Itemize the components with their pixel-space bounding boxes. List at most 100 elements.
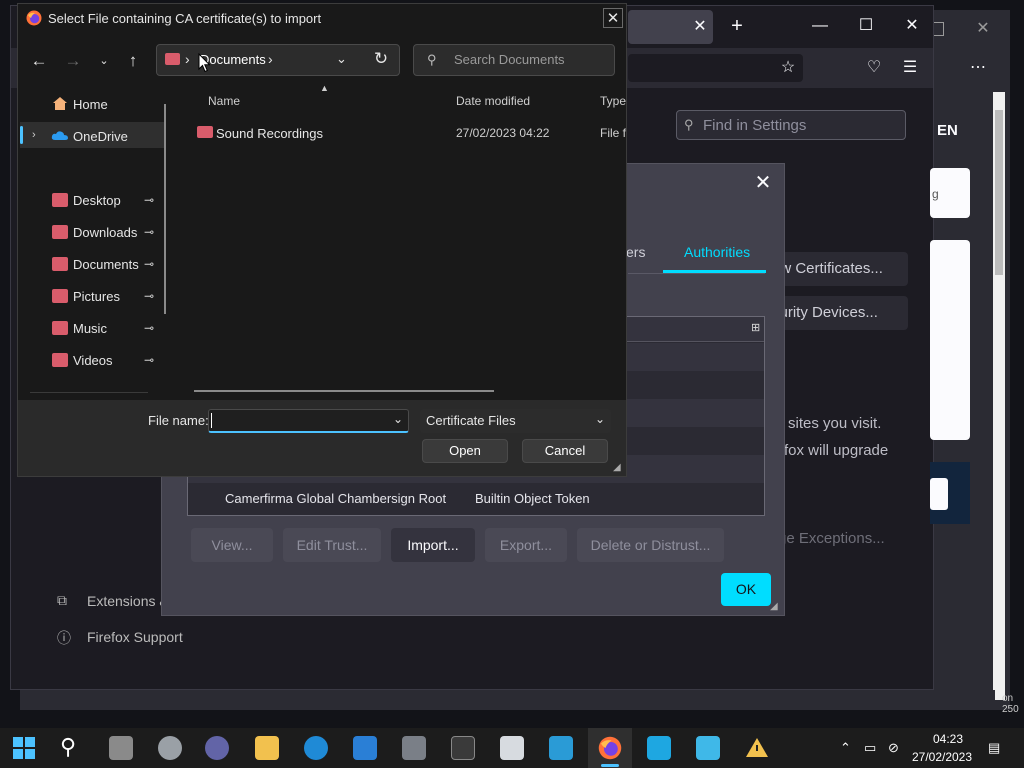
app-icon[interactable]	[647, 736, 671, 760]
file-name-input[interactable]	[208, 409, 409, 433]
close-icon[interactable]: ✕	[752, 172, 774, 194]
expand-chevron-icon[interactable]: ›	[32, 129, 36, 141]
warning-app-icon[interactable]	[745, 736, 769, 760]
windows-start-icon[interactable]	[13, 737, 35, 759]
file-explorer-icon[interactable]	[255, 736, 279, 760]
language-label: EN	[937, 122, 958, 139]
network-icon[interactable]: ▭	[864, 740, 876, 756]
maximize-icon[interactable]: ☐	[852, 14, 880, 38]
pin-icon[interactable]: ⊸	[144, 257, 154, 271]
sidebar-scrollbar[interactable]	[164, 104, 166, 314]
pin-icon[interactable]: ⊸	[144, 353, 154, 367]
store-icon[interactable]	[353, 736, 377, 760]
text-caret	[211, 413, 212, 428]
tab-close-icon[interactable]: ✕	[690, 17, 710, 37]
address-bar[interactable]	[156, 44, 400, 76]
bookmark-star-icon[interactable]: ☆	[776, 57, 800, 79]
videos-folder-icon	[52, 353, 68, 367]
column-header-date-modified[interactable]: Date modified	[456, 94, 530, 108]
refresh-icon[interactable]: ↻	[370, 49, 392, 69]
background-window-scroll-thumb[interactable]	[995, 110, 1003, 275]
edit-trust-button[interactable]: Edit Trust...	[283, 528, 381, 562]
task-view-icon[interactable]	[109, 736, 133, 760]
manage-exceptions-button[interactable]: ge Exceptions...	[778, 530, 885, 547]
chevron-down-icon[interactable]: ⌄	[595, 412, 605, 426]
notifications-icon[interactable]: ▤	[988, 740, 1000, 756]
chevron-down-icon[interactable]: ⌄	[393, 412, 403, 426]
app-icon[interactable]	[696, 736, 720, 760]
taskbar-search-icon[interactable]: ⚲	[60, 734, 76, 760]
sidebar-item-documents[interactable]: Documents	[50, 252, 150, 276]
breadcrumb-chevron-icon[interactable]: ›	[268, 51, 273, 67]
folder-icon	[197, 126, 213, 138]
tab-others[interactable]: ers	[626, 244, 645, 260]
cancel-button[interactable]: Cancel	[522, 439, 608, 463]
clock-date[interactable]: 27/02/2023	[911, 750, 973, 764]
search-icon: ⚲	[684, 117, 694, 132]
address-dropdown-icon[interactable]: ⌄	[336, 51, 347, 67]
new-tab-icon[interactable]: +	[726, 15, 748, 37]
clock-time[interactable]: 04:23	[925, 732, 971, 746]
tab-divider	[628, 273, 765, 274]
sidebar-item-pictures[interactable]: Pictures	[50, 284, 150, 308]
open-button[interactable]: Open	[422, 439, 508, 463]
pocket-icon[interactable]: ♡	[862, 57, 886, 79]
import-button[interactable]: Import...	[391, 528, 475, 562]
resize-grip-icon[interactable]: ◢	[613, 462, 621, 473]
minimize-icon[interactable]: —	[806, 14, 834, 38]
sidebar-item-downloads[interactable]: Downloads	[50, 220, 150, 244]
back-arrow-icon[interactable]: ←	[27, 50, 51, 72]
delete-distrust-button[interactable]: Delete or Distrust...	[577, 528, 724, 562]
sidebar-item-home[interactable]: Home	[50, 92, 150, 116]
view-button[interactable]: View...	[191, 528, 273, 562]
edge-icon[interactable]	[304, 736, 328, 760]
volume-muted-icon[interactable]: ⊘	[888, 740, 899, 756]
snipping-tool-icon[interactable]	[500, 736, 524, 760]
sidebar-item-label: OneDrive	[73, 129, 128, 144]
app-icon[interactable]	[402, 736, 426, 760]
up-arrow-icon[interactable]: ↑	[121, 50, 145, 72]
sidebar-item-onedrive[interactable]: OneDrive	[50, 124, 150, 148]
terminal-icon[interactable]	[451, 736, 475, 760]
recent-locations-chevron-icon[interactable]: ⌄	[92, 50, 116, 72]
background-window-text: on 250	[1002, 693, 1019, 715]
breadcrumb-chevron-icon[interactable]: ›	[185, 51, 190, 67]
music-folder-icon	[52, 321, 68, 335]
settings-card	[930, 240, 970, 440]
resize-grip-icon[interactable]: ◢	[770, 601, 778, 612]
sidebar-item-support[interactable]: Firefox Support	[87, 629, 183, 645]
menu-icon[interactable]: ☰	[898, 57, 922, 79]
notepad-icon[interactable]	[549, 736, 573, 760]
sidebar-item-label: Downloads	[73, 225, 138, 240]
tab-authorities[interactable]: Authorities	[684, 244, 750, 260]
file-name: Sound Recordings	[216, 126, 323, 141]
chevron-up-icon[interactable]: ⌃	[840, 740, 851, 756]
sidebar-divider	[30, 392, 148, 393]
forward-arrow-icon[interactable]: →	[61, 50, 85, 72]
firefox-taskbar-icon[interactable]	[598, 736, 622, 760]
column-header-type[interactable]: Type	[600, 94, 626, 108]
pin-icon[interactable]: ⊸	[144, 225, 154, 239]
pin-icon[interactable]: ⊸	[144, 289, 154, 303]
sort-ascending-icon: ▲	[320, 83, 329, 93]
column-picker-icon[interactable]: ⊞	[751, 321, 764, 335]
sidebar-item-music[interactable]: Music	[50, 316, 150, 340]
column-header-name[interactable]: Name	[208, 94, 240, 108]
chat-icon[interactable]	[205, 736, 229, 760]
sidebar-item-label: Pictures	[73, 289, 120, 304]
settings-card-button[interactable]	[930, 478, 948, 510]
export-button[interactable]: Export...	[485, 528, 567, 562]
horizontal-scrollbar[interactable]	[194, 390, 494, 392]
pin-icon[interactable]: ⊸	[144, 321, 154, 335]
background-window-frame	[20, 690, 995, 710]
ok-button[interactable]: OK	[721, 573, 771, 606]
widgets-icon[interactable]	[158, 736, 182, 760]
sidebar-item-videos[interactable]: Videos	[50, 348, 150, 372]
close-icon[interactable]: ✕	[603, 8, 623, 28]
sidebar-item-extensions[interactable]: Extensions &	[87, 593, 169, 609]
more-icon[interactable]: ⋯	[966, 57, 990, 79]
pin-icon[interactable]: ⊸	[144, 193, 154, 207]
background-window-close-icon[interactable]: ✕	[972, 18, 994, 40]
window-close-icon[interactable]: ✕	[898, 14, 926, 38]
sidebar-item-desktop[interactable]: Desktop	[50, 188, 150, 212]
